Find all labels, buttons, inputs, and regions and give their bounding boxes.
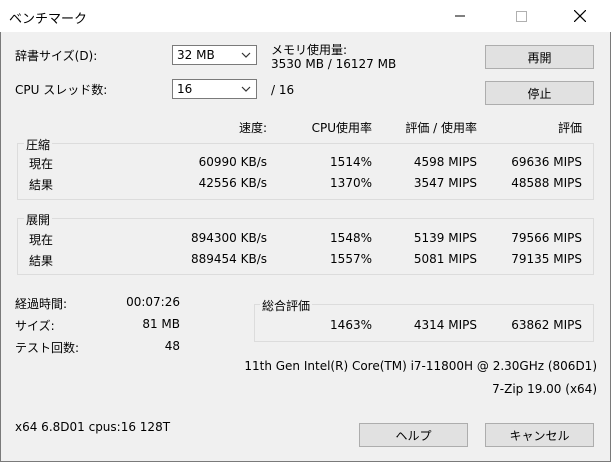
stop-button-label: 停止 (527, 86, 552, 101)
elapsed-time-label: 経過時間: (15, 297, 68, 311)
title-bar[interactable]: ベンチマーク (0, 0, 611, 32)
close-icon (574, 10, 586, 22)
speed-value: 60990 KB/s (198, 155, 267, 169)
window-title: ベンチマーク (9, 12, 88, 27)
dictionary-size-select[interactable]: 32 MB (172, 45, 257, 65)
passes-label: テスト回数: (15, 341, 80, 355)
speed-value: 42556 KB/s (198, 176, 267, 190)
cpu-usage-value: 1514% (330, 155, 372, 169)
column-rating-per-usage: 評価 / 使用率 (405, 121, 477, 135)
cpu-usage-value: 1548% (330, 231, 372, 245)
cancel-button-label: キャンセル (509, 428, 570, 443)
row-label: 結果 (29, 178, 54, 192)
restart-button-label: 再開 (527, 50, 552, 65)
speed-value: 889454 KB/s (190, 252, 267, 266)
speed-value: 894300 KB/s (190, 231, 267, 245)
close-button[interactable] (557, 0, 603, 32)
decompress-group (17, 218, 594, 275)
total-rating-title: 総合評価 (260, 297, 313, 314)
row-label: 現在 (29, 157, 54, 171)
rating-per-usage-value: 5081 MIPS (413, 252, 477, 266)
cpu-usage-value: 1370% (330, 176, 372, 190)
help-button[interactable]: ヘルプ (359, 423, 468, 447)
decompress-group-title: 展開 (24, 211, 53, 228)
total-rating-value: 63862 MIPS (511, 318, 582, 332)
total-cpu-usage-value: 1463% (330, 318, 372, 332)
dictionary-size-value: 32 MB (177, 48, 215, 62)
rating-per-usage-value: 5139 MIPS (413, 231, 477, 245)
restart-button[interactable]: 再開 (485, 45, 594, 69)
cancel-button[interactable]: キャンセル (485, 423, 594, 447)
total-rating-per-usage-value: 4314 MIPS (413, 318, 477, 332)
chevron-down-icon (241, 52, 251, 58)
passes-value: 48 (164, 339, 180, 353)
rating-value: 48588 MIPS (511, 176, 582, 190)
compress-group (17, 143, 594, 200)
rating-value: 69636 MIPS (511, 155, 582, 169)
size-label: サイズ: (15, 319, 55, 333)
column-speed: 速度: (238, 121, 267, 135)
dictionary-size-label: 辞書サイズ(D): (15, 49, 98, 63)
cpu-threads-label: CPU スレッド数: (15, 83, 108, 97)
cpu-threads-value: 16 (177, 82, 193, 96)
cpu-threads-total: / 16 (271, 83, 295, 97)
maximize-icon (515, 10, 527, 22)
row-label: 現在 (29, 233, 54, 247)
row-label: 結果 (29, 254, 54, 268)
cpu-usage-value: 1557% (330, 252, 372, 266)
rating-value: 79135 MIPS (511, 252, 582, 266)
version-info: 7-Zip 19.00 (x64) (492, 382, 597, 396)
column-cpu-usage: CPU使用率 (311, 121, 372, 135)
memory-usage-label: メモリ使用量: (271, 43, 348, 57)
minimize-icon (455, 15, 465, 17)
help-button-label: ヘルプ (395, 428, 432, 443)
size-value: 81 MB (142, 317, 180, 331)
cpu-threads-select[interactable]: 16 (172, 79, 257, 99)
cpu-name: 11th Gen Intel(R) Core(TM) i7-11800H @ 2… (244, 359, 597, 373)
chevron-down-icon (241, 86, 251, 92)
arch-info: x64 6.8D01 cpus:16 128T (15, 420, 171, 434)
rating-value: 79566 MIPS (511, 231, 582, 245)
maximize-button[interactable] (498, 0, 544, 32)
stop-button[interactable]: 停止 (485, 81, 594, 105)
elapsed-time-value: 00:07:26 (126, 295, 180, 309)
rating-per-usage-value: 3547 MIPS (413, 176, 477, 190)
column-rating: 評価 (557, 121, 582, 135)
rating-per-usage-value: 4598 MIPS (413, 155, 477, 169)
minimize-button[interactable] (437, 0, 483, 32)
memory-usage-value: 3530 MB / 16127 MB (271, 57, 397, 71)
compress-group-title: 圧縮 (24, 136, 53, 153)
